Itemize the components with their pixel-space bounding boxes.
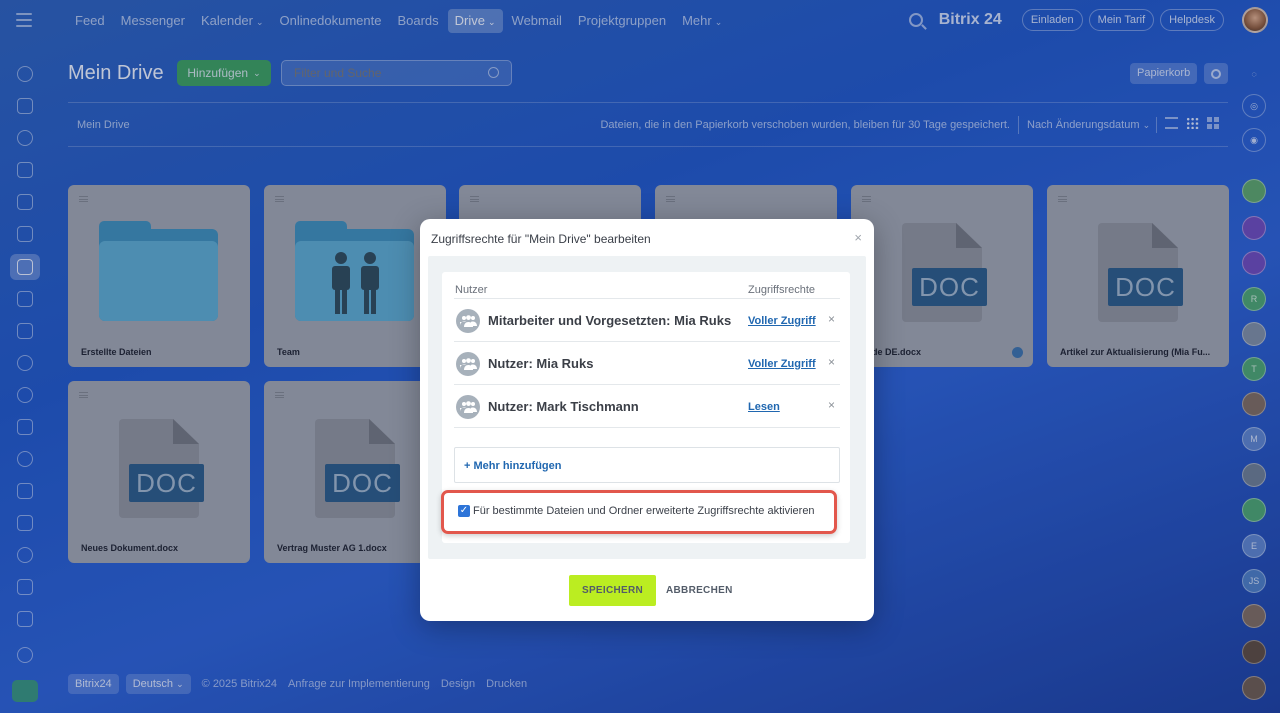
rights-row: Mitarbeiter und Vorgesetzten: Mia Ruks V… xyxy=(454,299,840,342)
remove-icon[interactable]: × xyxy=(828,398,835,412)
column-header-rights: Zugriffsrechte xyxy=(748,284,816,296)
group-users-icon xyxy=(456,352,480,376)
remove-icon[interactable]: × xyxy=(828,355,835,369)
group-users-icon xyxy=(456,395,480,419)
access-level-link[interactable]: Voller Zugriff xyxy=(748,358,816,370)
cancel-button[interactable]: ABBRECHEN xyxy=(666,575,733,606)
column-header-user: Nutzer xyxy=(455,284,488,296)
extended-rights-label[interactable]: Für bestimmte Dateien und Ordner erweite… xyxy=(473,505,815,517)
extended-rights-checkbox[interactable]: ✓ xyxy=(458,505,470,517)
rights-row: Nutzer: Mark Tischmann Lesen × xyxy=(454,385,840,428)
rights-panel: Nutzer Zugriffsrechte Mitarbeiter und Vo… xyxy=(441,272,850,543)
access-rights-dialog: Zugriffsrechte für "Mein Drive" bearbeit… xyxy=(420,219,874,621)
row-user-name: Nutzer: Mia Ruks xyxy=(488,356,594,371)
dialog-body: Nutzer Zugriffsrechte Mitarbeiter und Vo… xyxy=(428,256,866,559)
remove-icon[interactable]: × xyxy=(828,312,835,326)
close-icon[interactable]: × xyxy=(854,230,862,245)
row-user-name: Mitarbeiter und Vorgesetzten: Mia Ruks xyxy=(488,313,732,328)
rights-row: Nutzer: Mia Ruks Voller Zugriff × xyxy=(454,342,840,385)
row-user-name: Nutzer: Mark Tischmann xyxy=(488,399,639,414)
save-button[interactable]: SPEICHERN xyxy=(569,575,656,606)
dialog-title: Zugriffsrechte für "Mein Drive" bearbeit… xyxy=(431,232,651,246)
add-more-box[interactable]: + Mehr hinzufügen xyxy=(454,447,840,483)
group-users-icon xyxy=(456,309,480,333)
access-level-link[interactable]: Lesen xyxy=(748,401,780,413)
extended-rights-highlight: ✓ Für bestimmte Dateien und Ordner erwei… xyxy=(441,490,837,534)
add-more-link[interactable]: + Mehr hinzufügen xyxy=(464,460,561,472)
access-level-link[interactable]: Voller Zugriff xyxy=(748,315,816,327)
